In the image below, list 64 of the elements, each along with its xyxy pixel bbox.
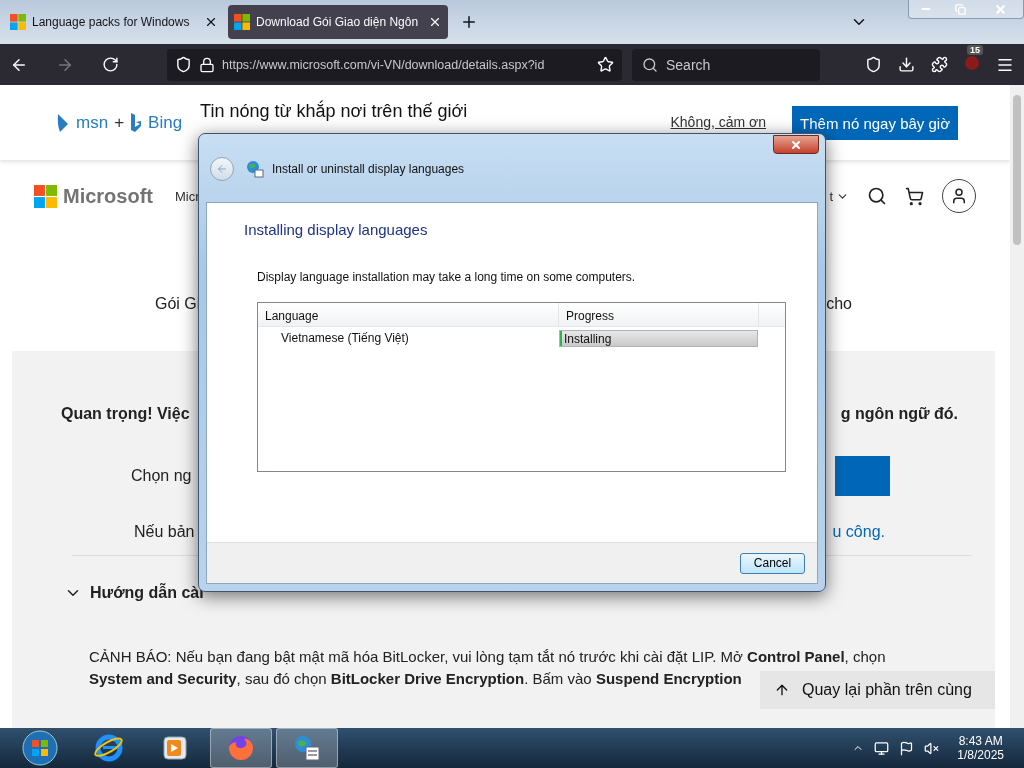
nav-link[interactable]: t xyxy=(829,188,849,204)
lock-icon xyxy=(199,56,215,73)
bookmark-star-icon[interactable] xyxy=(597,56,614,73)
browser-tab[interactable]: Language packs for Windows xyxy=(4,5,224,39)
close-icon[interactable] xyxy=(428,15,442,29)
new-tab-icon[interactable] xyxy=(460,13,478,31)
warning-text: System and Security, sau đó chọn BitLocker Drive Encryption. Bấm vào Suspend Encryption xyxy=(89,670,743,687)
dialog-heading: Installing display languages xyxy=(244,221,429,238)
reload-icon[interactable] xyxy=(102,56,119,73)
control-panel-icon xyxy=(292,733,322,763)
bing-icon xyxy=(130,112,143,133)
close-icon xyxy=(790,138,802,151)
search-icon xyxy=(642,56,658,73)
window-title: Install or uninstall display languages xyxy=(272,162,465,176)
media-player-icon xyxy=(162,735,188,761)
decline-link[interactable]: Không, cảm ơn xyxy=(670,114,767,130)
notice-text: Quan trọng! Việc xyxy=(61,405,190,423)
globe-icon xyxy=(246,160,264,178)
close-button[interactable] xyxy=(773,135,819,154)
add-now-button[interactable]: Thêm nó ngay bây giờ xyxy=(792,106,958,140)
download-icon[interactable] xyxy=(898,56,915,73)
back-arrow-icon xyxy=(216,163,228,175)
notice-text: g ngôn ngữ đó. xyxy=(840,405,958,423)
clock[interactable]: 8:43 AM 1/8/2025 xyxy=(957,734,1004,762)
banner-headline: Tin nóng từ khắp nơi trên thế giới xyxy=(200,101,468,122)
language-cell-text: Vietnamese (Tiếng Việt) xyxy=(280,331,410,345)
microsoft-wordmark: Microsoft xyxy=(63,184,153,208)
count-badge: 15 xyxy=(967,44,983,55)
msn-logo-text: msn xyxy=(76,112,109,133)
shield-icon[interactable] xyxy=(175,56,192,73)
warning-text: CẢNH BÁO: Nếu bạn đang bật mật mã hóa BitLocker, vui lòng tạm tắt nó trước khi cài đặt LIP. Mở Control Panel, chọn xyxy=(89,648,887,665)
manual-install-text: Nếu bản xyxy=(134,523,195,541)
microsoft-logo-icon xyxy=(10,14,26,30)
dialog-description: Display language installation may take a long time on some computers. xyxy=(257,270,637,284)
choose-language-text: Chọn ng xyxy=(131,467,192,485)
column-header[interactable]: Progress xyxy=(559,303,759,326)
firefox-icon xyxy=(226,733,256,763)
scrollbar[interactable] xyxy=(1010,85,1024,728)
flag-icon[interactable] xyxy=(899,740,915,756)
plus-sign: + xyxy=(114,112,125,133)
restore-icon xyxy=(954,3,966,15)
progress-status: Installing xyxy=(564,331,612,346)
manual-install-link[interactable]: u công. xyxy=(832,523,885,541)
cart-icon[interactable] xyxy=(905,186,924,206)
cancel-button[interactable]: Cancel xyxy=(740,552,805,574)
volume-muted-icon[interactable] xyxy=(924,740,940,756)
url-text: https://www.microsoft.com/vi-VN/download/details.aspx?id xyxy=(222,57,546,72)
nav-link[interactable]: Micr xyxy=(175,188,200,204)
microsoft-logo-icon xyxy=(34,184,57,208)
microsoft-logo-icon xyxy=(234,14,250,30)
close-icon xyxy=(993,2,1007,16)
taskbar-app-button[interactable] xyxy=(276,728,338,768)
back-to-top-button[interactable]: Quay lại phần trên cùng xyxy=(760,671,995,709)
intro-text: cho xyxy=(826,295,852,313)
close-icon[interactable] xyxy=(204,15,218,29)
address-bar[interactable]: https://www.microsoft.com/vi-VN/download/details.aspx?id xyxy=(167,48,622,81)
search-placeholder: Search xyxy=(666,56,711,73)
search-field[interactable]: Search xyxy=(632,48,820,81)
search-icon[interactable] xyxy=(867,186,887,206)
browser-tab[interactable]: Download Gói Giao diện Ngôn xyxy=(228,5,448,39)
bing-logo-text: Bing xyxy=(148,112,183,133)
extensions-icon[interactable] xyxy=(931,56,948,73)
browser-e-icon xyxy=(94,733,124,763)
column-header[interactable]: Language xyxy=(258,303,559,326)
